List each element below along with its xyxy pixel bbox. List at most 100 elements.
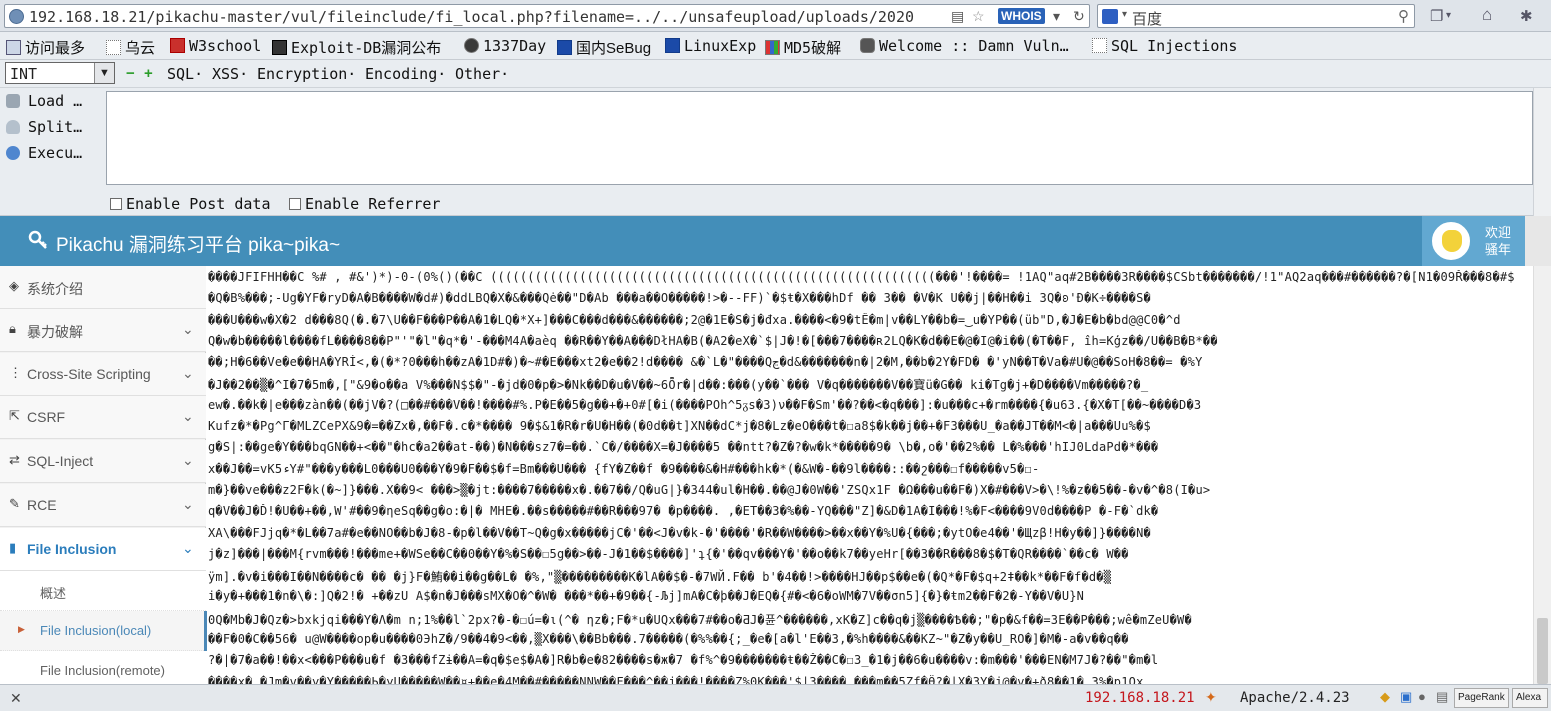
menu-encryption[interactable]: Encryption· (257, 65, 356, 83)
load-url-button[interactable]: Load … (6, 92, 82, 110)
binary-line: x��J��=vK5ءY#"���y���L0���U0���Y�9�F��$�… (208, 461, 1040, 476)
addon-icon[interactable]: ✱ (1520, 7, 1533, 25)
status-bar: ✕ 192.168.18.21 ✦ Apache/2.4.23 ◆ ▣ ● ▤ … (0, 684, 1551, 711)
binary-line: m�}��ve���z2F�k(�~]}���.X��9< ���>▒�jt:�… (208, 482, 1211, 497)
menu-xss[interactable]: XSS· (212, 65, 248, 83)
site-title[interactable]: Pikachu 漏洞练习平台 pika~pika~ (56, 230, 340, 257)
bookmark-linuxexp[interactable]: LinuxExp (665, 37, 756, 55)
execute-button[interactable]: Execu… (6, 144, 82, 162)
page-icon (106, 40, 121, 55)
bookmark-exploit-db[interactable]: Exploit-DB漏洞公布 (272, 37, 441, 58)
bookmark-w3school[interactable]: W3school (170, 37, 261, 55)
binary-line: ����x�_�Jm�v��y�Y�����Ь�yU�����W��¤+��e�… (208, 674, 1144, 684)
binary-line: g�S|:��ge�Y���bqGN��+<��"�hc�a2��at-��)�… (208, 440, 1159, 455)
split-url-button[interactable]: Split… (6, 118, 82, 136)
page-scrollbar[interactable] (1533, 266, 1551, 684)
bookmark-wooyun[interactable]: 乌云 (106, 37, 155, 58)
sidebar: ◈ 系统介绍 🔒︎ 暴力破解 ⌄ ⋮ Cross-Site Scripting … (0, 266, 207, 684)
scrollbar[interactable] (1533, 88, 1551, 216)
split-icon (6, 120, 20, 134)
addon-icon[interactable]: ▣ (1400, 689, 1412, 705)
sidebar-item-xss[interactable]: ⋮ Cross-Site Scripting ⌄ (0, 353, 206, 396)
menu-other[interactable]: Other· (455, 65, 509, 83)
chevron-down-icon: ⌄ (182, 452, 194, 468)
search-box[interactable]: ▾ 百度 ⚲ (1097, 4, 1415, 28)
bookmark-1337day[interactable]: 1337Day (464, 37, 546, 55)
hackbar-panel: Load … Split… Execu… Enable Post data En… (0, 88, 1551, 216)
site-header: Pikachu 漏洞练习平台 pika~pika~ 欢迎 骚年 (0, 216, 1551, 266)
welcome-text: 欢迎 骚年 (1485, 225, 1512, 257)
alexa-badge[interactable]: Alexa (1512, 688, 1548, 708)
checkbox-icon[interactable] (289, 198, 301, 210)
chevron-down-icon[interactable]: ▼ (94, 63, 114, 83)
decrease-icon[interactable]: − (126, 65, 135, 82)
home-icon[interactable]: ⌂ (1482, 5, 1492, 25)
reload-icon[interactable]: ↻ (1073, 8, 1085, 25)
window-icon[interactable]: ❐ (1430, 7, 1443, 25)
close-icon[interactable]: ✕ (10, 690, 22, 707)
enable-post-checkbox[interactable]: Enable Post data (110, 195, 271, 213)
sidebar-subitem-fi-local[interactable]: ▶ File Inclusion(local) (0, 611, 207, 651)
binary-line: ����JFIFHH��C %# , #&')*)-0-(0%()(��C ((… (208, 270, 1515, 284)
load-icon (6, 94, 20, 108)
binary-line: ���U���w�X�2 d���8Q(�.�7\U��F���P��A�1�L… (208, 312, 1181, 327)
sidebar-item-sql-inject[interactable]: ⇄ SQL-Inject ⌄ (0, 440, 206, 483)
addon-icon[interactable]: ▤ (1436, 689, 1448, 705)
pagerank-badge[interactable]: PageRank (1454, 688, 1509, 708)
browser-window: 192.168.18.21/pikachu-master/vul/fileinc… (0, 0, 1551, 711)
sebug-icon (557, 40, 572, 55)
search-icon[interactable]: ⚲ (1398, 7, 1409, 25)
file-icon: ▮ (9, 540, 17, 555)
enable-referrer-checkbox[interactable]: Enable Referrer (289, 195, 440, 213)
search-engine-dropdown-icon[interactable]: ▾ (1122, 9, 1127, 20)
bookmark-most-visited[interactable]: 访问最多 (6, 37, 85, 58)
chevron-up-icon: ⌄ (182, 540, 194, 556)
binary-line: XA\���FJjq�*�L��7a#�e��NO��b�J�8-�p�l��V… (208, 525, 1151, 540)
bookmark-md5[interactable]: MD5破解 (765, 37, 841, 58)
user-menu[interactable]: 欢迎 骚年 (1422, 216, 1525, 266)
search-input[interactable]: 百度 (1132, 8, 1162, 29)
bookmark-star-icon[interactable]: ☆ (972, 8, 985, 25)
sidebar-item-rce[interactable]: ✎ RCE ⌄ (0, 484, 206, 527)
arrows-icon: ⇄ (9, 452, 20, 467)
menu-sql[interactable]: SQL· (167, 65, 203, 83)
baidu-icon (1102, 9, 1118, 24)
scrollbar[interactable] (1525, 216, 1551, 266)
tree-icon: ⋮ (9, 365, 22, 380)
binary-line: ÿm].�v�i���I��N����c� �� �j}F�鮪��i��g��L… (208, 570, 1112, 585)
binary-output: ����JFIFHH��C %# , #&')*)-0-(0%()(��C ((… (207, 266, 1533, 684)
sidebar-item-brute-force[interactable]: 🔒︎ 暴力破解 ⌄ (0, 309, 206, 352)
address-bar[interactable]: 192.168.18.21/pikachu-master/vul/fileinc… (4, 4, 1090, 28)
sidebar-item-csrf[interactable]: ⇱ CSRF ⌄ (0, 396, 206, 439)
sidebar-item-intro[interactable]: ◈ 系统介绍 (0, 266, 206, 309)
chevron-down-icon: ⌄ (182, 321, 194, 337)
scrollbar-thumb[interactable] (1537, 618, 1548, 684)
sidebar-subitem-overview[interactable]: 概述 (0, 571, 206, 611)
whois-button[interactable]: WHOIS (998, 8, 1045, 24)
web-page: Pikachu 漏洞练习平台 pika~pika~ 欢迎 骚年 ◈ 系统介绍 🔒︎… (0, 216, 1551, 684)
bookmark-sql-injections[interactable]: SQL Injections (1092, 37, 1237, 55)
hackbar-toolbar: INT ▼ − + SQL· XSS· Encryption· Encoding… (0, 60, 1551, 88)
gear-icon (6, 40, 21, 55)
type-select[interactable]: INT ▼ (5, 62, 115, 84)
bookmarks-toolbar: 访问最多 乌云 W3school Exploit-DB漏洞公布 1337Day … (0, 32, 1551, 60)
bookmark-dvwa[interactable]: Welcome :: Damn Vuln… (860, 37, 1069, 55)
binary-line: �J��2��▒�^I�7�5m�,["&9�o��a V%���N$$�"-�… (208, 378, 1149, 393)
status-ip: 192.168.18.21 (1085, 690, 1195, 706)
page-info-icon[interactable]: ▤ (951, 8, 964, 25)
addon-icon[interactable]: ● (1418, 689, 1426, 704)
menu-encoding[interactable]: Encoding· (365, 65, 446, 83)
sidebar-item-file-inclusion[interactable]: ▮ File Inclusion ⌄ (0, 528, 206, 571)
fox-icon[interactable]: ✦ (1205, 689, 1217, 706)
checkbox-icon[interactable] (110, 198, 122, 210)
url-text[interactable]: 192.168.18.21/pikachu-master/vul/fileinc… (29, 8, 949, 26)
dropdown-icon[interactable]: ▾ (1053, 8, 1060, 25)
hackbar-url-textarea[interactable] (106, 91, 1533, 185)
window-dropdown-icon[interactable]: ▾ (1446, 10, 1451, 21)
increase-icon[interactable]: + (144, 65, 153, 82)
binary-line: ew�.��k�|e���zàn��(��jV�?(□��#���V��!���… (208, 397, 1202, 412)
bookmark-sebug[interactable]: 国内SeBug (557, 37, 651, 58)
sidebar-subitem-fi-remote[interactable]: File Inclusion(remote) (0, 651, 206, 684)
addon-icon[interactable]: ◆ (1380, 689, 1390, 705)
linuxexp-icon (665, 38, 680, 53)
